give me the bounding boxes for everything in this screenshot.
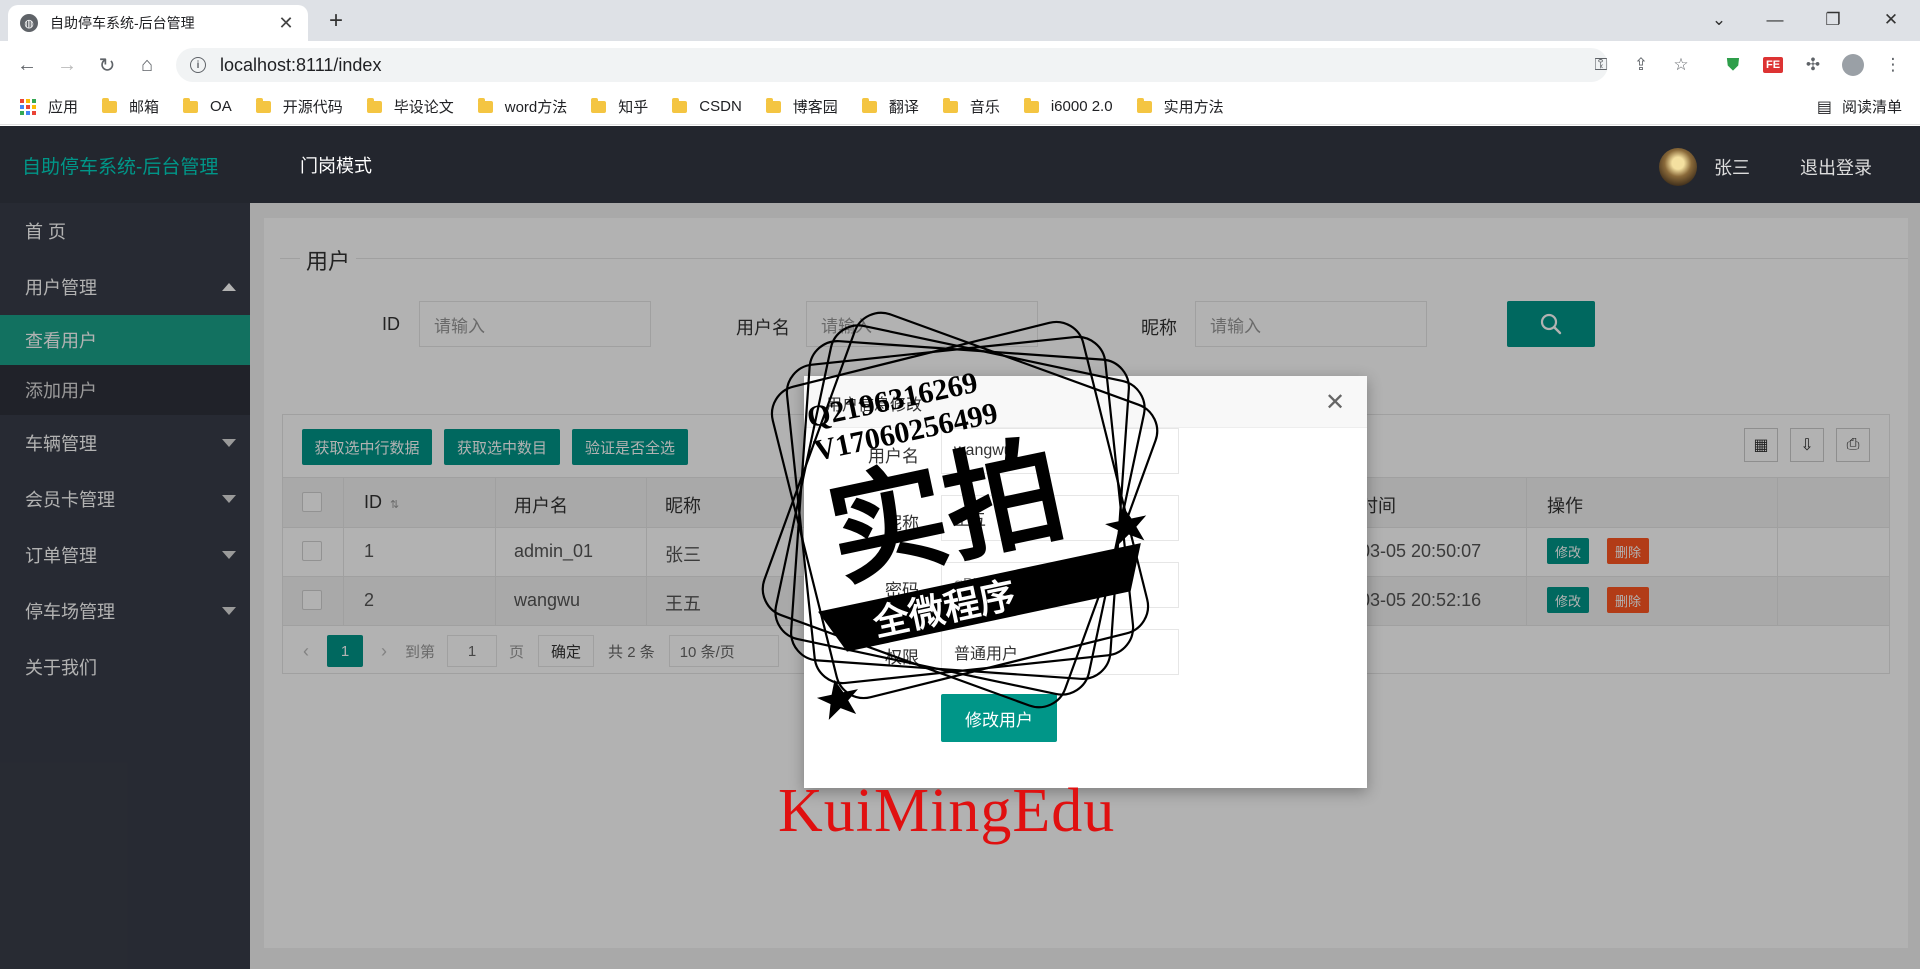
minimize-button[interactable]: — (1752, 0, 1798, 40)
bookmark-label: 毕设论文 (393, 99, 454, 116)
bookmark-folder[interactable]: word方法 (477, 96, 568, 117)
tab-search-icon[interactable]: ⌄ (1696, 0, 1742, 40)
bookmark-label: OA (210, 98, 232, 115)
bookmark-label: word方法 (504, 99, 568, 116)
watermark-brand-text: KuiMingEdu (778, 777, 1116, 845)
reading-list-label: 阅读清单 (1841, 99, 1902, 116)
folder-icon (255, 97, 271, 113)
bookmark-label: 翻译 (888, 99, 919, 116)
bookmarks-bar: 应用 邮箱 OA 开源代码 毕设论文 word方法 知乎 CSDN 博客园 翻译… (0, 89, 1920, 125)
extensions-icon[interactable]: ✣ (1798, 50, 1828, 80)
site-info-icon[interactable]: i (190, 57, 206, 73)
folder-icon (1023, 97, 1039, 113)
menu-icon[interactable]: ⋮ (1878, 50, 1908, 80)
bookmark-label: 邮箱 (129, 99, 160, 116)
folder-icon (765, 97, 781, 113)
bookmark-label: CSDN (699, 98, 742, 115)
close-window-button[interactable]: ✕ (1868, 0, 1914, 40)
bookmark-label: 开源代码 (282, 99, 343, 116)
logout-link[interactable]: 退出登录 (1800, 154, 1872, 180)
bookmark-folder[interactable]: CSDN (672, 97, 742, 115)
folder-icon (183, 97, 199, 113)
tab-title: 自助停车系统-后台管理 (50, 15, 195, 31)
bookmark-label: 应用 (48, 99, 79, 116)
omnibox[interactable]: i localhost:8111/index (176, 48, 1608, 82)
folder-icon (591, 97, 607, 113)
avatar[interactable] (1659, 148, 1697, 186)
home-icon[interactable]: ⌂ (132, 50, 162, 80)
bookmark-label: i6000 2.0 (1050, 98, 1113, 115)
bookmark-folder[interactable]: 毕设论文 (366, 96, 454, 117)
forward-icon[interactable]: → (52, 50, 82, 80)
back-icon[interactable]: ← (12, 50, 42, 80)
share-icon[interactable]: ⇪ (1626, 50, 1656, 80)
reading-list-button[interactable]: ▤ 阅读清单 (1817, 96, 1902, 117)
reading-list-icon: ▤ (1816, 98, 1832, 116)
star-icon (1105, 506, 1147, 547)
folder-icon (672, 97, 688, 113)
bookmark-folder[interactable]: 翻译 (861, 96, 919, 117)
bookmark-folder[interactable]: 邮箱 (102, 96, 159, 117)
bookmark-label: 音乐 (969, 99, 1000, 116)
globe-icon: ◍ (20, 14, 38, 32)
close-icon[interactable]: ✕ (1325, 388, 1345, 417)
shield-extension-icon[interactable]: ⛊ (1718, 50, 1748, 80)
folder-icon (102, 97, 118, 113)
bookmark-folder[interactable]: 开源代码 (255, 96, 343, 117)
bookmark-folder[interactable]: 博客园 (765, 96, 838, 117)
profile-icon[interactable] (1838, 50, 1868, 80)
address-bar-row: ← → ↻ ⌂ i localhost:8111/index ⚿ ⇪ ☆ ⛊ F… (0, 41, 1920, 89)
restore-button[interactable]: ❐ (1810, 0, 1856, 40)
browser-tab[interactable]: ◍ 自助停车系统-后台管理 ✕ (8, 5, 308, 41)
url-text: localhost:8111/index (220, 54, 382, 75)
bookmark-folder[interactable]: 实用方法 (1136, 96, 1224, 117)
folder-icon (477, 97, 493, 113)
user-name[interactable]: 张三 (1714, 154, 1750, 180)
star-icon[interactable]: ☆ (1666, 50, 1696, 80)
close-tab-icon[interactable]: ✕ (276, 13, 296, 34)
key-icon[interactable]: ⚿ (1586, 50, 1616, 80)
folder-icon (1136, 97, 1152, 113)
bookmark-folder[interactable]: 音乐 (942, 96, 1000, 117)
bookmark-label: 实用方法 (1163, 99, 1224, 116)
app-header (0, 126, 1920, 203)
app-logo: 自助停车系统-后台管理 (22, 157, 219, 178)
new-tab-button[interactable]: + (318, 6, 354, 36)
folder-icon (861, 97, 877, 113)
bookmark-folder[interactable]: 知乎 (591, 96, 648, 117)
watermark-stamp: Q2196316269 V17060256499 实拍 全微程序 (761, 311, 1159, 720)
bookmark-apps[interactable]: 应用 (20, 96, 78, 117)
folder-icon (942, 97, 958, 113)
bookmark-label: 博客园 (792, 99, 838, 116)
gate-mode-link[interactable]: 门岗模式 (300, 152, 372, 178)
folder-icon (366, 97, 382, 113)
bookmark-folder[interactable]: i6000 2.0 (1023, 97, 1113, 115)
reload-icon[interactable]: ↻ (92, 50, 122, 80)
fe-extension-icon[interactable]: FE (1758, 50, 1788, 80)
apps-grid-icon (20, 98, 36, 115)
bookmark-folder[interactable]: OA (183, 97, 232, 115)
bookmark-label: 知乎 (618, 99, 649, 116)
